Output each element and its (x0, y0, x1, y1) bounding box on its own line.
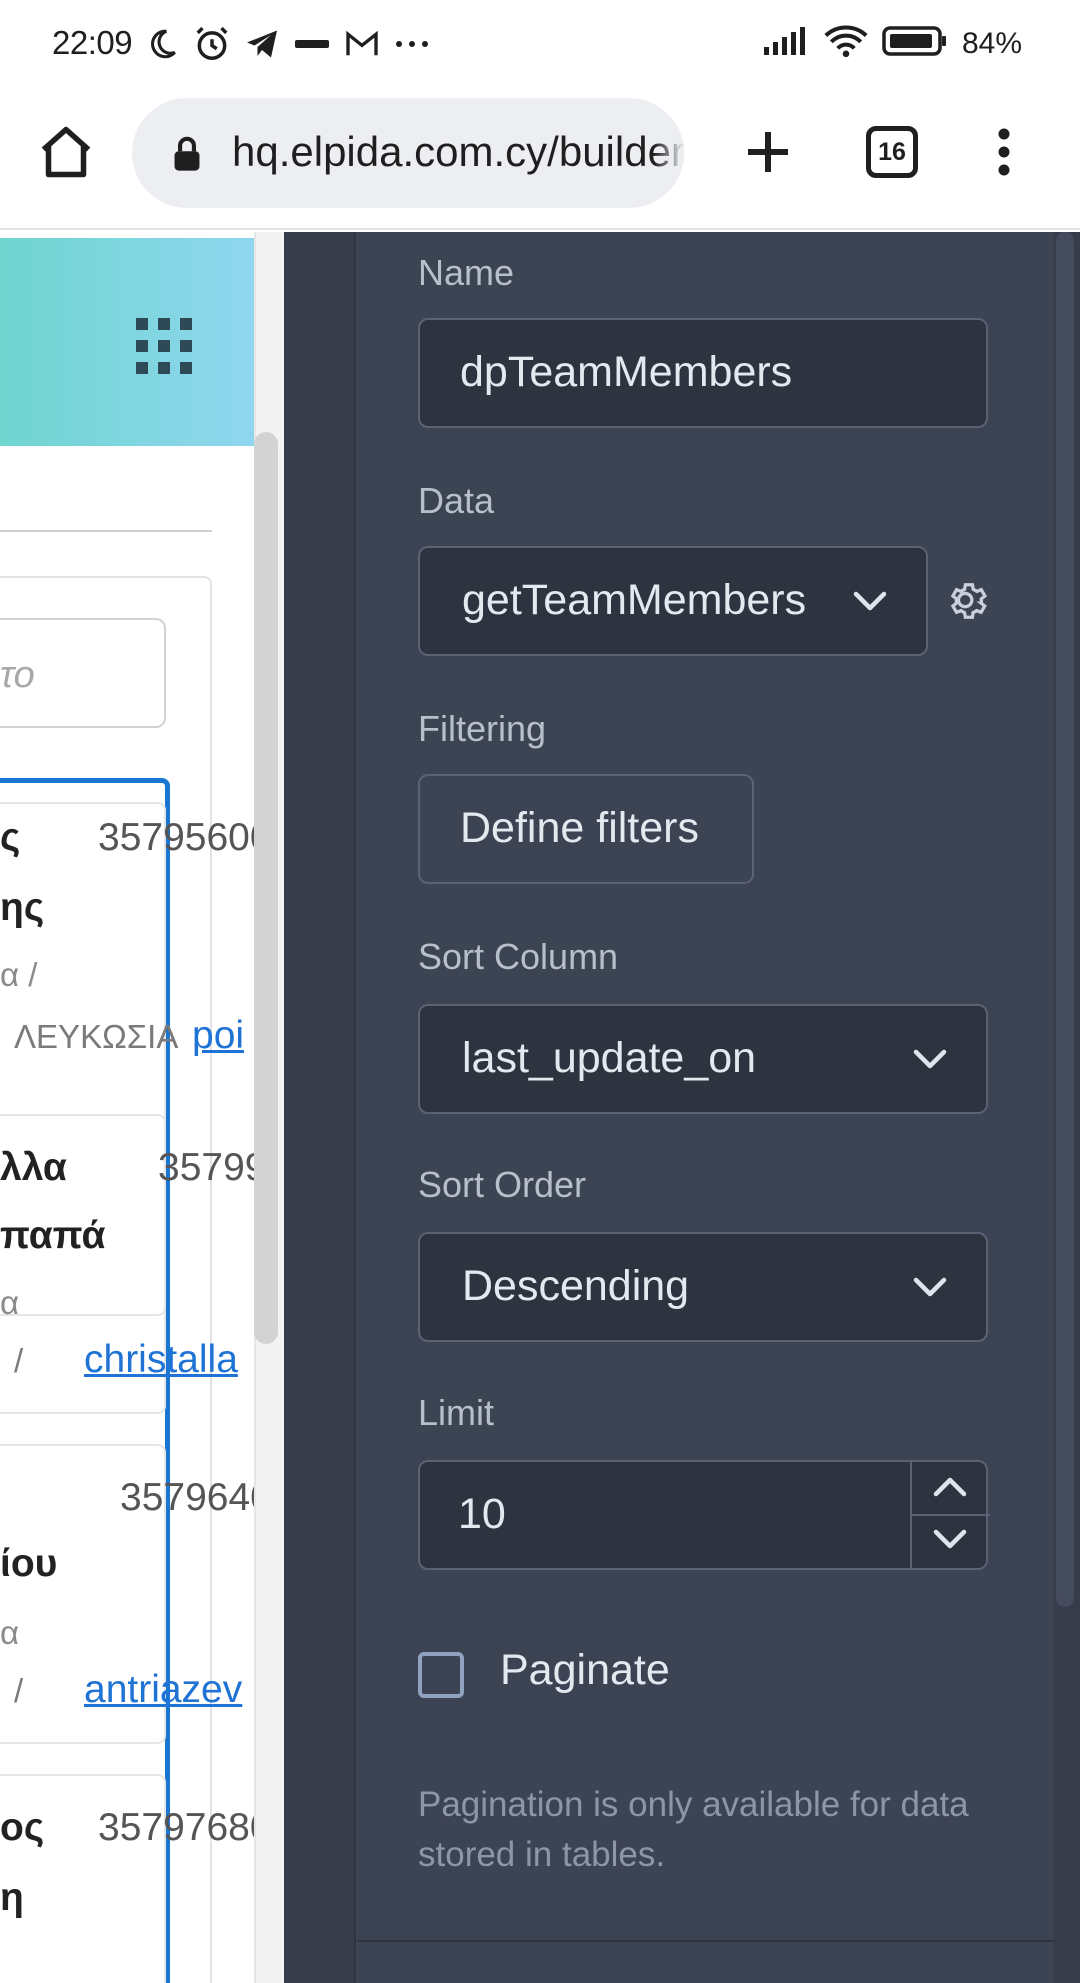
wifi-icon (824, 24, 868, 63)
home-icon (41, 126, 91, 178)
card-phone: 35795600 (98, 816, 254, 859)
sort-column-label: Sort Column (418, 936, 619, 977)
status-time: 22:09 (52, 24, 133, 61)
battery-icon (882, 25, 948, 62)
card-city: ΛΕΥΚΩΣΙΑ (14, 1018, 179, 1055)
notification-icons (142, 24, 432, 64)
card-phone: 35796400 (120, 1476, 254, 1519)
browser-menu-button[interactable] (984, 122, 1024, 182)
signal-icon (762, 25, 810, 62)
card-name: ίου (0, 1542, 58, 1585)
sort-column-value: last_update_on (462, 1034, 757, 1082)
plus-icon (748, 132, 788, 172)
card-link[interactable]: poi (192, 1014, 244, 1058)
chevron-down-icon (850, 584, 890, 625)
telegram-icon (242, 24, 282, 64)
card-name: παπά (0, 1214, 106, 1257)
more-vert-icon (998, 128, 1010, 176)
card-name: ης (0, 886, 45, 929)
url-bar[interactable]: hq.elpida.com.cy/builder (132, 98, 684, 208)
apps-grid-icon[interactable] (136, 318, 192, 379)
chevron-up-icon[interactable] (930, 1470, 970, 1507)
new-tab-button[interactable] (738, 122, 798, 182)
more-dots-icon (392, 24, 432, 64)
card-name: ς (0, 816, 21, 859)
card-name: η (0, 1876, 24, 1919)
card-subtitle: α (0, 1614, 20, 1651)
roan-icon (292, 24, 332, 64)
card-subtitle: α (0, 1284, 20, 1321)
battery-percent: 84% (961, 26, 1022, 60)
chevron-down-icon (910, 1270, 950, 1311)
system-icons: 84% (762, 24, 1022, 63)
limit-value: 10 (458, 1490, 506, 1538)
chevron-down-icon (910, 1042, 950, 1083)
url-text: hq.elpida.com.cy/builder (232, 128, 684, 175)
moon-icon (142, 24, 182, 64)
limit-stepper[interactable] (910, 1462, 990, 1568)
card-phone: 35797680 (98, 1806, 254, 1849)
data-label: Data (418, 480, 495, 521)
paginate-label: Paginate (500, 1646, 670, 1694)
card-link[interactable]: antriazev (84, 1668, 242, 1712)
status-bar: 22:09 84% (0, 0, 1080, 88)
name-input[interactable]: dpTeamMembers (418, 318, 988, 428)
page-preview[interactable]: το ς 35795600 ης α / ΛΕΥΚΩΣΙΑ poi λλα 35… (0, 232, 284, 1983)
sort-order-value: Descending (462, 1262, 690, 1310)
sort-column-select[interactable]: last_update_on (418, 1004, 988, 1114)
data-value: getTeamMembers (462, 576, 807, 624)
preview-divider (0, 530, 212, 532)
define-filters-label: Define filters (460, 804, 699, 852)
tab-switcher-button[interactable]: 16 (866, 126, 918, 178)
paginate-checkbox[interactable] (418, 1652, 464, 1698)
gmail-icon (342, 24, 382, 64)
card-subtitle: α / (0, 956, 38, 993)
define-filters-button[interactable]: Define filters (418, 774, 754, 884)
name-value: dpTeamMembers (460, 348, 793, 396)
data-select[interactable]: getTeamMembers (418, 546, 928, 656)
browser-toolbar: hq.elpida.com.cy/builder 16 (0, 88, 1080, 230)
chevron-down-icon[interactable] (930, 1524, 970, 1561)
card-phone: 357997 (158, 1146, 254, 1189)
lock-icon (170, 136, 204, 177)
card-link[interactable]: christalla (84, 1338, 238, 1382)
card-city: / (14, 1342, 24, 1379)
alarm-icon (192, 24, 232, 64)
card-name: λλα (0, 1146, 67, 1189)
limit-label: Limit (418, 1392, 495, 1433)
preview-search-placeholder: το (0, 654, 35, 696)
preview-scrollbar-thumb[interactable] (254, 432, 278, 1344)
sort-order-label: Sort Order (418, 1164, 587, 1205)
data-settings-gear-icon[interactable] (946, 578, 992, 629)
pagination-note: Pagination is only available for data st… (418, 1785, 969, 1874)
home-button[interactable] (36, 122, 96, 182)
card-city: / (14, 1672, 24, 1709)
card-name: ος (0, 1806, 45, 1849)
limit-input[interactable]: 10 (418, 1460, 990, 1570)
filtering-label: Filtering (418, 708, 547, 749)
properties-panel: Name dpTeamMembers Data getTeamMembers F… (284, 232, 1080, 1983)
name-label: Name (418, 252, 515, 293)
preview-header (0, 238, 254, 446)
panel-scrollbar[interactable] (1056, 232, 1074, 1607)
panel-rail (284, 232, 356, 1983)
sort-order-select[interactable]: Descending (418, 1232, 988, 1342)
